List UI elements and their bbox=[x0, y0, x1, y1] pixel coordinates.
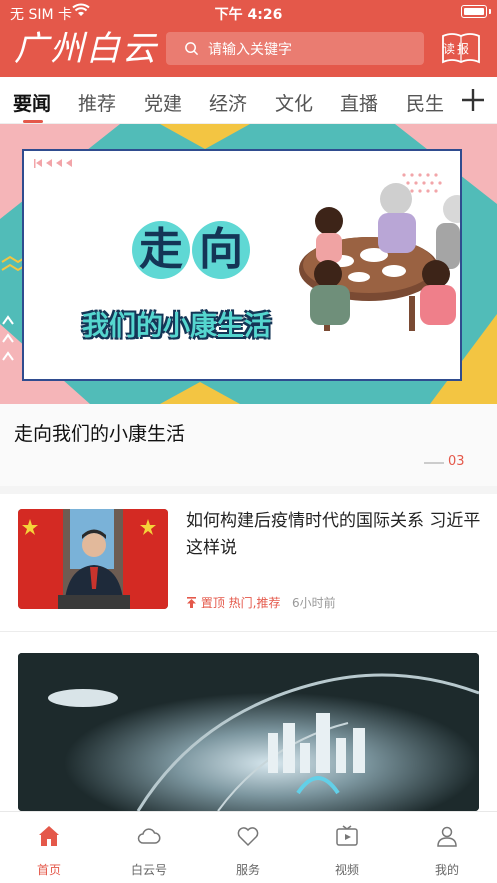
search-icon bbox=[185, 42, 199, 56]
status-bar: 无 SIM 卡 下午 4:26 bbox=[0, 0, 497, 26]
poster-char-1: 走 bbox=[132, 221, 190, 279]
banner-page-indicator: 03 bbox=[448, 454, 465, 469]
nav-home[interactable]: 首页 bbox=[9, 812, 89, 883]
news-list-item[interactable]: 如何构建后疫情时代的国际关系 习近平这样说 置顶 热门,推荐 6小时前 bbox=[0, 494, 497, 632]
search-bar[interactable]: 请输入关键字 bbox=[166, 32, 424, 65]
read-newspaper-label: 读报 bbox=[443, 42, 472, 56]
nav-video-label: 视频 bbox=[334, 863, 359, 877]
app-header: 无 SIM 卡 下午 4:26 广州白云 请输入关键字 读报 bbox=[0, 0, 497, 77]
pin-label: 置顶 bbox=[200, 596, 225, 610]
poster-char-2: 向 bbox=[192, 221, 250, 279]
tab-party-building[interactable]: 党建 bbox=[144, 89, 182, 116]
active-tab-indicator bbox=[23, 120, 43, 123]
channel-tabs: 要闻 推荐 党建 经济 文化 直播 民生 bbox=[0, 77, 497, 124]
news-title: 如何构建后疫情时代的国际关系 习近平这样说 bbox=[186, 511, 481, 558]
tab-culture[interactable]: 文化 bbox=[275, 89, 313, 116]
nav-baiyun-label: 白云号 bbox=[130, 863, 167, 877]
poster-subheadline: 我们的小康生活 bbox=[82, 311, 271, 342]
battery-icon bbox=[461, 5, 491, 18]
banner-caption[interactable]: 走向我们的小康生活 03 bbox=[0, 404, 497, 486]
nav-profile[interactable]: 我的 bbox=[407, 812, 487, 883]
nav-services[interactable]: 服务 bbox=[208, 812, 288, 883]
cloud-icon bbox=[137, 828, 161, 844]
nav-profile-label: 我的 bbox=[434, 863, 459, 877]
search-placeholder: 请输入关键字 bbox=[208, 42, 292, 58]
list-spacer bbox=[0, 632, 497, 652]
aerial-city-image bbox=[18, 653, 479, 811]
user-icon bbox=[437, 826, 457, 847]
heart-icon bbox=[237, 827, 259, 847]
tv-play-icon bbox=[336, 825, 358, 846]
banner-carousel[interactable]: 走向 我们的小康生活 bbox=[0, 124, 497, 404]
tab-economy[interactable]: 经济 bbox=[209, 89, 247, 116]
tab-livelihood[interactable]: 民生 bbox=[406, 89, 444, 116]
nav-baiyun-account[interactable]: 白云号 bbox=[109, 812, 189, 883]
add-channel-icon[interactable] bbox=[460, 87, 486, 113]
tab-live[interactable]: 直播 bbox=[340, 89, 378, 116]
tab-recommended[interactable]: 推荐 bbox=[78, 89, 116, 116]
home-icon bbox=[39, 826, 59, 846]
news-large-image[interactable] bbox=[18, 653, 479, 811]
poster-headline: 走向 bbox=[132, 221, 252, 279]
news-time: 6小时前 bbox=[291, 596, 336, 610]
app-logo: 广州白云 bbox=[14, 29, 158, 69]
news-thumbnail bbox=[18, 509, 168, 609]
nav-services-label: 服务 bbox=[235, 863, 260, 877]
read-newspaper-button[interactable]: 读报 bbox=[440, 31, 482, 66]
pin-top-icon bbox=[187, 597, 196, 608]
clock-text: 下午 4:26 bbox=[214, 7, 283, 23]
page-indicator-line bbox=[424, 462, 444, 464]
banner-poster: 走向 我们的小康生活 bbox=[22, 149, 462, 381]
tab-headlines[interactable]: 要闻 bbox=[13, 89, 51, 116]
banner-title: 走向我们的小康生活 bbox=[14, 423, 186, 445]
section-divider bbox=[0, 486, 497, 494]
news-meta: 置顶 热门,推荐 6小时前 bbox=[186, 594, 336, 611]
news-tags: 热门,推荐 bbox=[228, 596, 281, 610]
nav-home-label: 首页 bbox=[36, 863, 61, 877]
nav-video[interactable]: 视频 bbox=[307, 812, 387, 883]
bottom-navigation: 首页 白云号 服务 视频 我的 bbox=[0, 811, 497, 883]
